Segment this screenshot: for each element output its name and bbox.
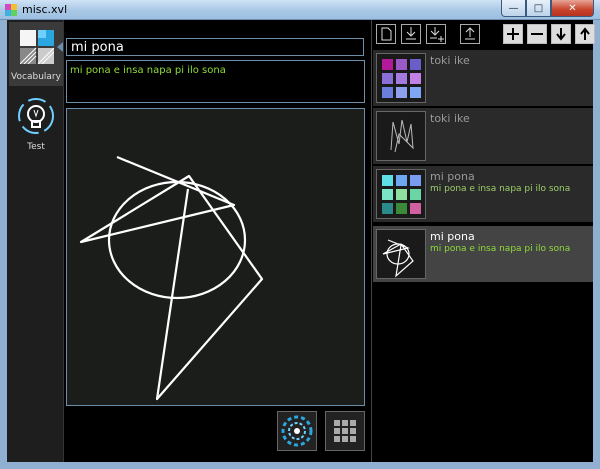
app-icon <box>5 4 17 16</box>
minimize-button[interactable]: — <box>501 0 526 17</box>
panel-divider <box>371 20 372 462</box>
arrow-down-icon <box>556 28 566 41</box>
entry-word: toki ike <box>430 112 470 125</box>
spiral-icon <box>281 415 313 447</box>
list-item-selected[interactable]: mi pona mi pona e insa napa pi ilo sona <box>373 226 593 282</box>
spiral-tool-button[interactable] <box>277 411 317 451</box>
entry-definition: mi pona e insa napa pi ilo sona <box>430 244 571 254</box>
editor-panel: mi pona e insa napa pi ilo sona <box>57 20 371 462</box>
export-button[interactable] <box>460 24 480 44</box>
entry-thumbnail <box>376 111 426 161</box>
word-input[interactable] <box>66 38 364 56</box>
entry-thumbnail <box>376 229 426 279</box>
list-item[interactable]: mi pona mi pona e insa napa pi ilo sona <box>373 166 593 222</box>
window-titlebar: misc.xvl — □ ✕ <box>0 0 600 20</box>
import-add-icon <box>430 27 444 42</box>
new-file-button[interactable] <box>376 24 396 44</box>
sidebar-item-test[interactable]: Test <box>9 90 63 154</box>
entry-word: mi pona <box>430 170 475 183</box>
add-entry-button[interactable] <box>503 24 523 44</box>
app-content: Vocabulary Test mi pona e insa napa pi i… <box>7 20 595 462</box>
sidebar: Vocabulary Test <box>7 20 64 462</box>
grid-icon <box>334 420 356 442</box>
import-add-button[interactable] <box>426 24 446 44</box>
lightbulb-icon <box>18 98 54 134</box>
close-button[interactable]: ✕ <box>551 0 594 17</box>
definition-field[interactable]: mi pona e insa napa pi ilo sona <box>66 60 365 103</box>
sidebar-item-label: Test <box>27 142 45 152</box>
remove-entry-button[interactable] <box>527 24 547 44</box>
import-arrow-icon <box>406 27 416 40</box>
new-file-icon <box>381 27 392 41</box>
export-arrow-icon <box>465 27 475 40</box>
arrow-up-icon <box>580 27 590 40</box>
grid-tool-button[interactable] <box>325 411 365 451</box>
sidebar-item-label: Vocabulary <box>11 72 61 82</box>
glyph-drawing <box>79 155 264 401</box>
entry-word: mi pona <box>430 230 475 243</box>
minimize-icon: — <box>508 2 519 14</box>
sidebar-item-vocabulary[interactable]: Vocabulary <box>9 22 63 86</box>
move-down-button[interactable] <box>551 24 571 44</box>
minus-icon <box>531 33 543 35</box>
import-button[interactable] <box>401 24 421 44</box>
move-up-button[interactable] <box>575 24 595 44</box>
selection-pointer <box>57 42 63 52</box>
entry-thumbnail <box>376 169 426 219</box>
vocabulary-icon <box>20 30 54 64</box>
entry-word: toki ike <box>430 54 470 67</box>
plus-icon <box>507 28 519 40</box>
entry-definition: mi pona e insa napa pi ilo sona <box>430 184 571 194</box>
window-title: misc.xvl <box>22 3 68 16</box>
list-item[interactable]: toki ike <box>373 50 593 106</box>
close-icon: ✕ <box>568 2 577 14</box>
entry-list-panel: toki ike toki ike mi pona mi pona e insa… <box>373 20 595 462</box>
maximize-button[interactable]: □ <box>526 0 551 17</box>
entry-thumbnail <box>376 53 426 103</box>
list-item[interactable]: toki ike <box>373 108 593 164</box>
maximize-icon: □ <box>533 2 544 14</box>
drawing-canvas[interactable] <box>66 108 365 406</box>
